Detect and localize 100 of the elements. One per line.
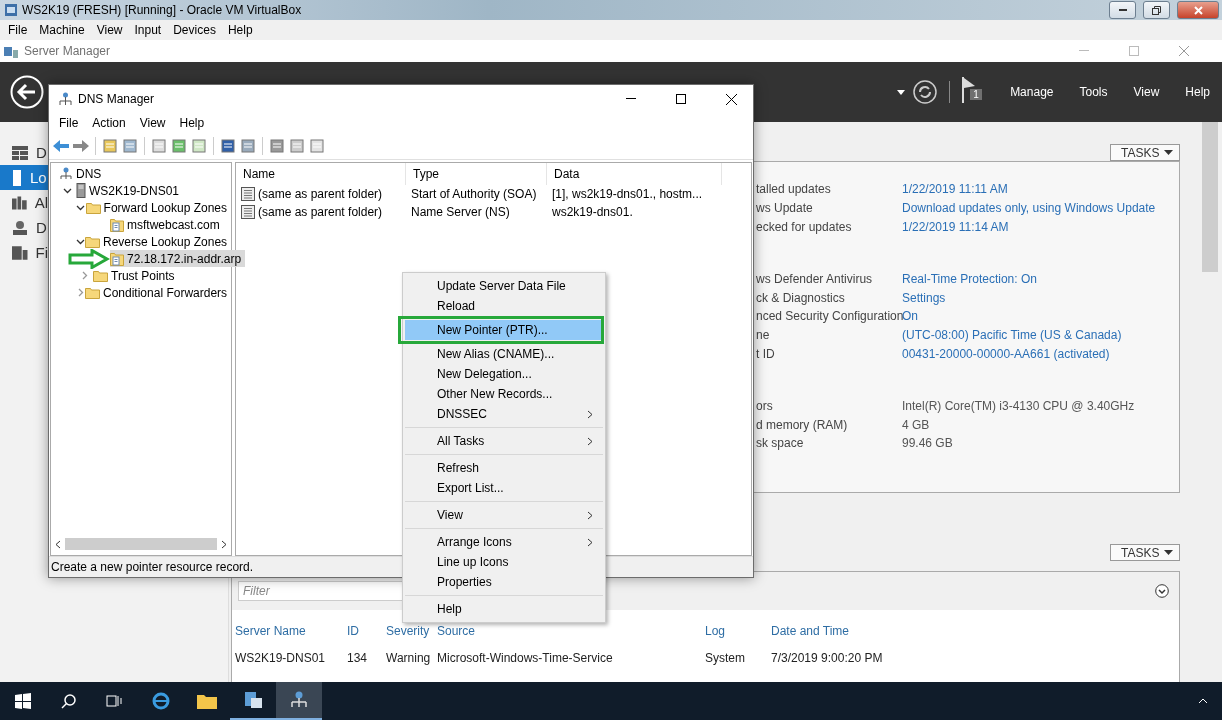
scrollbar-thumb[interactable] [65,538,217,550]
property-label: talled updates [756,182,832,197]
close-icon [725,93,737,105]
sidebar-item[interactable]: Al [0,190,48,215]
property-link[interactable]: 1/22/2019 11:11 AM [902,182,1008,197]
menu-item[interactable]: Machine [33,23,91,37]
caret-icon [1164,550,1173,555]
menu-item[interactable]: Arrange Icons [405,532,603,552]
menu-item[interactable]: New Alias (CNAME)... [405,344,603,364]
menu-item[interactable]: View [1133,85,1160,99]
menu-item[interactable]: Help [221,23,259,37]
property-label: ecked for updates [756,220,853,234]
minimize-icon [626,98,636,100]
expand-button[interactable] [1155,584,1169,598]
scroll-right-icon[interactable] [221,539,227,549]
menu-item[interactable]: Reload [405,296,603,316]
refresh-button[interactable] [913,80,938,104]
back-button[interactable] [10,75,44,109]
menu-item[interactable]: Devices [167,23,222,37]
menu-item[interactable]: View [405,505,603,525]
tree-item[interactable]: 72.18.172.in-addr.arp [110,250,246,267]
property-link[interactable]: Real-Time Protection: On [902,271,1037,286]
menu-item[interactable]: Input [128,23,168,37]
scroll-left-icon[interactable] [55,539,61,549]
close-button[interactable] [1177,1,1219,19]
menu-item[interactable]: New Pointer (PTR)... [405,320,603,340]
property-link[interactable]: 00431-20000-00000-AA661 (activated) [902,346,1110,361]
task-view-icon [106,693,124,709]
chevron-right-icon[interactable] [80,271,89,280]
column-header[interactable]: Name [236,163,406,185]
menu-item[interactable]: Update Server Data File [405,276,603,296]
dns-manager-button[interactable] [276,682,322,720]
caret-icon [1164,150,1173,155]
menu-item[interactable]: Help [172,116,212,130]
menu-item[interactable]: Other New Records... [405,384,603,404]
sidebar-item[interactable]: Fi [0,240,48,265]
column-header[interactable]: Type [406,163,547,185]
menu-item[interactable]: Help [1185,85,1210,99]
chevron-down-icon[interactable] [76,203,86,212]
scrollbar-thumb[interactable] [1202,122,1218,272]
column-header[interactable]: Server Name [235,610,347,648]
tree-item[interactable]: Conditional Forwarders [85,284,232,301]
close-icon [1193,5,1203,15]
chevron-right-icon[interactable] [76,288,85,297]
menu-item[interactable]: File [2,23,34,37]
back-arrow-icon[interactable] [53,139,69,153]
window-title: WS2K19 (FRESH) [Running] - Oracle VM VirtualBox [22,3,303,17]
property-label: ck & Diagnostics [756,290,846,305]
tree-item[interactable]: Reverse Lookup Zones [85,233,232,250]
dropdown-caret-icon[interactable] [897,89,906,95]
close-button[interactable] [1178,45,1190,57]
menu-item[interactable]: DNSSEC [405,404,603,424]
record-icon [241,205,255,219]
property-link[interactable]: On [902,309,918,324]
chevron-down-icon[interactable] [63,186,72,195]
table-cell-text: [1], ws2k19-dns01., hostm... [551,186,704,203]
notification-badge: 1 [970,89,982,100]
servers-icon [12,195,27,210]
forward-arrow-icon[interactable] [73,139,89,153]
column-header[interactable]: Date and Time [771,610,971,648]
property-link[interactable]: Download updates only, using Windows Update [902,201,1156,216]
menu-item[interactable]: View [132,116,173,130]
tasks-button[interactable]: TASKS [1110,144,1180,161]
menu-item[interactable]: Manage [1010,85,1054,99]
restore-button[interactable] [1143,1,1170,19]
column-header[interactable]: Log [705,610,771,648]
menu-item[interactable]: Export List... [405,478,603,498]
tree-item[interactable]: Forward Lookup Zones [85,199,231,216]
menu-item[interactable]: File [52,116,86,130]
menu-item[interactable]: Help [405,599,603,619]
folder-icon [85,201,101,214]
flag-icon[interactable] [962,77,977,103]
sidebar-item[interactable]: D [0,215,48,240]
tree-item[interactable]: WS2K19-DNS01 [76,182,231,199]
sidebar-item[interactable]: D [0,140,48,165]
menu-item[interactable]: Line up Icons [405,552,603,572]
menu-item[interactable]: New Delegation... [405,364,603,384]
property-link[interactable]: Settings [902,290,946,305]
window-title: Server Manager [24,44,112,58]
menu-item[interactable]: Action [85,116,133,130]
maximize-icon [676,94,686,104]
tasks-button[interactable]: TASKS [1110,544,1180,561]
minimize-button[interactable] [1109,1,1136,19]
tree-item[interactable]: Trust Points [93,267,231,284]
chevron-up-icon[interactable] [1198,698,1208,704]
sidebar-item[interactable]: Lo [0,165,48,190]
column-header[interactable]: ID [347,610,386,648]
property-link[interactable]: 1/22/2019 11:14 AM [902,220,1009,234]
file-icon [12,245,28,260]
dashboard-icon [12,145,28,160]
chevron-down-icon[interactable] [76,237,85,246]
menu-item[interactable]: Refresh [405,458,603,478]
tree-item[interactable]: msftwebcast.com [110,216,231,233]
column-header[interactable]: Data [547,163,722,185]
property-link[interactable]: (UTC-08:00) Pacific Time (US & Canada) [902,328,1122,343]
tree-item[interactable]: DNS [59,165,231,182]
menu-item[interactable]: Tools [1079,85,1108,99]
arrow-drawing [68,249,110,269]
menu-item[interactable]: All Tasks [405,431,603,451]
menu-item[interactable]: View [90,23,129,37]
